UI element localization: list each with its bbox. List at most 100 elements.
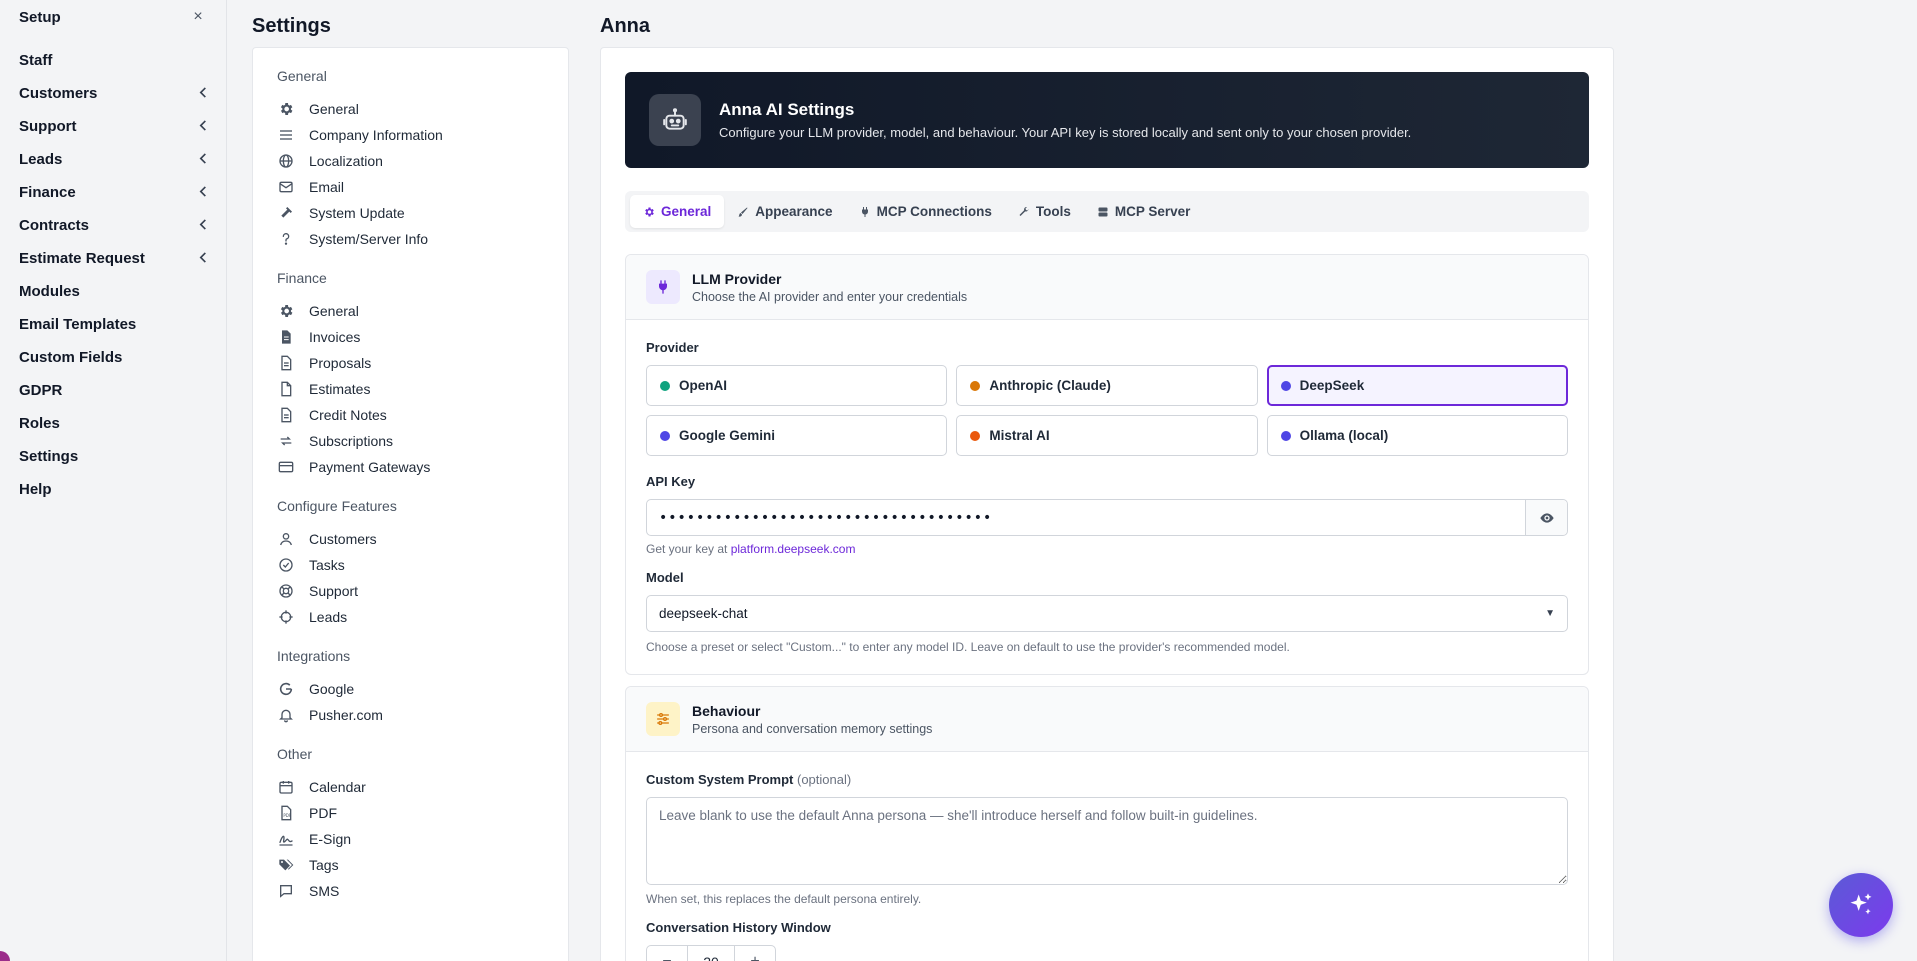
settings-link-sms[interactable]: SMS: [277, 878, 544, 904]
settings-link-tasks[interactable]: Tasks: [277, 552, 544, 578]
settings-link-calendar[interactable]: Calendar: [277, 774, 544, 800]
llm-provider-header: LLM Provider Choose the AI provider and …: [626, 255, 1588, 320]
setup-item-roles[interactable]: Roles: [19, 407, 209, 440]
setup-item-customers[interactable]: Customers: [19, 77, 209, 110]
settings-section-label: General: [277, 68, 327, 84]
provider-option-google-gemini[interactable]: Google Gemini: [646, 415, 948, 456]
settings-link-label: Tags: [309, 857, 339, 873]
tab-general[interactable]: General: [630, 195, 725, 228]
settings-link-general[interactable]: General: [277, 298, 544, 324]
provider-label-text: Anthropic (Claude): [989, 378, 1111, 393]
setup-item-label: Finance: [19, 184, 76, 201]
gear-icon: [277, 302, 295, 320]
model-select-value: deepseek-chat: [659, 606, 748, 621]
chevron-left-icon: [197, 86, 209, 101]
setup-nav: Staff Customers Support Leads Finance Contrac…: [19, 44, 209, 506]
eye-icon[interactable]: [1525, 500, 1567, 535]
setup-item-help[interactable]: Help: [19, 473, 209, 506]
settings-link-localization[interactable]: Localization: [277, 148, 544, 174]
api-key-input[interactable]: [647, 500, 1525, 535]
close-icon[interactable]: ×: [190, 8, 206, 26]
settings-link-system-update[interactable]: System Update: [277, 200, 544, 226]
setup-item-estimate-request[interactable]: Estimate Request: [19, 242, 209, 275]
prompt-label-text: Custom System Prompt: [646, 772, 794, 787]
settings-link-e-sign[interactable]: E-Sign: [277, 826, 544, 852]
setup-item-custom-fields[interactable]: Custom Fields: [19, 341, 209, 374]
settings-section: Finance General Invoices Proposals Estimates…: [277, 270, 544, 480]
api-key-label: API Key: [646, 474, 696, 489]
settings-section: Integrations Google Pusher.com: [277, 648, 544, 728]
setup-item-contracts[interactable]: Contracts: [19, 209, 209, 242]
setup-item-settings[interactable]: Settings: [19, 440, 209, 473]
check-circle-icon: [277, 556, 295, 574]
settings-link-system-server-info[interactable]: System/Server Info: [277, 226, 544, 252]
model-select[interactable]: deepseek-chat ▼: [646, 595, 1568, 632]
settings-link-label: Leads: [309, 609, 348, 625]
user-icon: [277, 530, 295, 548]
setup-item-staff[interactable]: Staff: [19, 44, 209, 77]
provider-label: Provider: [646, 340, 699, 355]
setup-item-email-templates[interactable]: Email Templates: [19, 308, 209, 341]
settings-link-invoices[interactable]: Invoices: [277, 324, 544, 350]
settings-link-leads[interactable]: Leads: [277, 604, 544, 630]
settings-link-estimates[interactable]: Estimates: [277, 376, 544, 402]
tab-mcp-server[interactable]: MCP Server: [1084, 195, 1204, 228]
settings-link-tags[interactable]: Tags: [277, 852, 544, 878]
provider-option-mistral-ai[interactable]: Mistral AI: [956, 415, 1258, 456]
setup-item-finance[interactable]: Finance: [19, 176, 209, 209]
tab-tools[interactable]: Tools: [1005, 195, 1084, 228]
banner-subtitle: Configure your LLM provider, model, and …: [719, 125, 1412, 140]
settings-link-label: Subscriptions: [309, 433, 394, 449]
settings-link-customers[interactable]: Customers: [277, 526, 544, 552]
settings-link-label: Payment Gateways: [309, 459, 431, 475]
settings-link-payment-gateways[interactable]: Payment Gateways: [277, 454, 544, 480]
setup-item-leads[interactable]: Leads: [19, 143, 209, 176]
settings-section: General General Company Information Localiz…: [277, 68, 544, 252]
tab-mcp-connections[interactable]: MCP Connections: [846, 195, 1005, 228]
settings-link-support[interactable]: Support: [277, 578, 544, 604]
decrement-button[interactable]: −: [647, 946, 687, 961]
setup-item-support[interactable]: Support: [19, 110, 209, 143]
provider-status-dot: [1280, 380, 1291, 391]
setup-item-modules[interactable]: Modules: [19, 275, 209, 308]
sparkles-icon[interactable]: [1829, 873, 1893, 937]
settings-link-google[interactable]: Google: [277, 676, 544, 702]
tab-label: Appearance: [755, 204, 833, 219]
settings-link-credit-notes[interactable]: Credit Notes: [277, 402, 544, 428]
history-value[interactable]: 20: [687, 946, 735, 961]
provider-option-anthropic-claude[interactable]: Anthropic (Claude): [956, 365, 1258, 406]
hammer-icon: [277, 204, 295, 222]
tab-label: Tools: [1035, 204, 1071, 219]
settings-link-label: Tasks: [309, 557, 345, 573]
settings-section: Configure Features Customers Tasks Support L…: [277, 498, 544, 630]
plug-icon: [859, 206, 871, 218]
api-key-link[interactable]: platform.deepseek.com: [731, 542, 856, 556]
settings-link-pusher-com[interactable]: Pusher.com: [277, 702, 544, 728]
settings-link-label: Invoices: [309, 329, 361, 345]
robot-icon: [649, 94, 701, 146]
provider-option-deepseek[interactable]: DeepSeek: [1266, 365, 1568, 406]
settings-link-proposals[interactable]: Proposals: [277, 350, 544, 376]
settings-link-company-information[interactable]: Company Information: [277, 122, 544, 148]
anna-page-title: Anna: [600, 15, 650, 37]
tags-icon: [277, 856, 295, 874]
settings-link-email[interactable]: Email: [277, 174, 544, 200]
lifebuoy-icon: [277, 582, 295, 600]
prompt-label: Custom System Prompt (optional): [646, 772, 1568, 787]
setup-item-label: Leads: [19, 151, 63, 168]
setup-item-gdpr[interactable]: GDPR: [19, 374, 209, 407]
provider-option-openai[interactable]: OpenAI: [646, 365, 948, 406]
settings-link-subscriptions[interactable]: Subscriptions: [277, 428, 544, 454]
provider-option-ollama-local[interactable]: Ollama (local): [1266, 415, 1568, 456]
prompt-hint: When set, this replaces the default pers…: [646, 892, 922, 906]
settings-section-label: Other: [277, 746, 313, 762]
behaviour-title: Behaviour: [692, 702, 761, 719]
api-key-hint-text: Get your key at: [646, 542, 728, 556]
settings-link-pdf[interactable]: PDF PDF: [277, 800, 544, 826]
increment-button[interactable]: +: [735, 946, 775, 961]
settings-link-general[interactable]: General: [277, 96, 544, 122]
tab-appearance[interactable]: Appearance: [724, 195, 845, 228]
system-prompt-textarea[interactable]: [646, 797, 1568, 885]
settings-link-label: General: [309, 303, 359, 319]
chevron-left-icon: [197, 152, 209, 167]
